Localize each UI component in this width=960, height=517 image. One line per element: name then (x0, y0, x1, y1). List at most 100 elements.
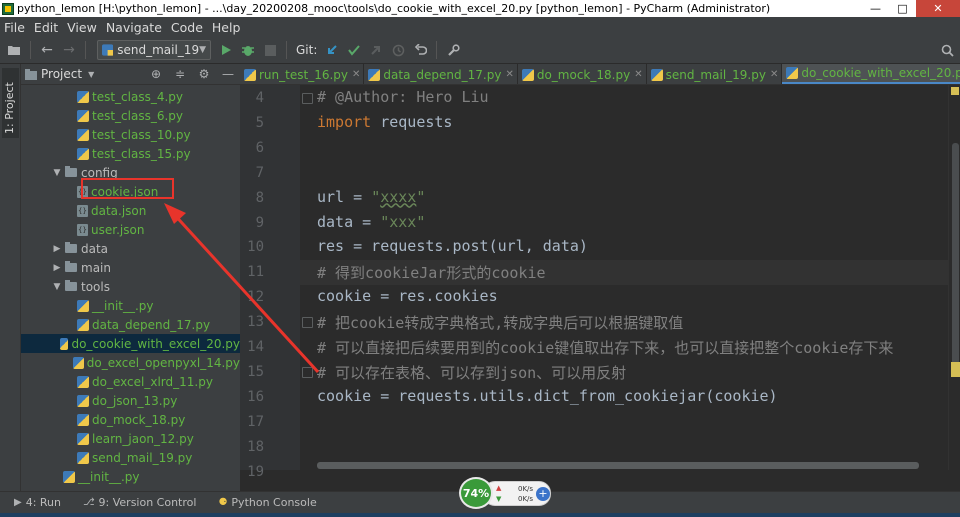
project-folder-icon (25, 68, 37, 80)
run-icon[interactable] (215, 39, 237, 61)
chevron-right-icon[interactable]: ▶ (51, 263, 63, 273)
python-file-icon (77, 432, 89, 445)
editor-tab[interactable]: do_cookie_with_excel_20.py✕ (782, 64, 960, 84)
tree-folder-main[interactable]: ▶ main (21, 258, 240, 277)
locate-target-icon[interactable]: ⊕ (144, 67, 168, 81)
code-token: # 可以存在表格、可以存到json、可以用反射 (317, 363, 627, 382)
tree-file-item[interactable]: test_class_15.py (21, 144, 240, 163)
editor-tab[interactable]: data_depend_17.py ✕ (364, 64, 518, 84)
tree-file-item[interactable]: test_class_6.py (21, 106, 240, 125)
memory-usage-percent: 74% (459, 477, 493, 509)
tree-file-item[interactable]: do_excel_openpyxl_14.py (21, 353, 240, 372)
os-taskbar-edge (0, 513, 960, 517)
line-number: 10 (247, 239, 264, 256)
search-icon[interactable] (936, 39, 958, 61)
tree-file-item[interactable]: {} data.json (21, 201, 240, 220)
tree-file-item[interactable]: send_mail_19.py (21, 448, 240, 467)
tree-file-item[interactable]: test_class_10.py (21, 125, 240, 144)
tree-file-item[interactable]: test_class_4.py (21, 87, 240, 106)
close-tab-icon[interactable]: ✕ (770, 69, 778, 80)
chevron-right-icon[interactable]: ▶ (51, 244, 63, 254)
menu-navigate[interactable]: Navigate (106, 20, 162, 35)
menu-file[interactable]: File (4, 20, 25, 35)
tree-file-item[interactable]: __init__.py (21, 296, 240, 315)
close-tab-icon[interactable]: ✕ (352, 69, 360, 80)
tree-file-item[interactable]: learn_jaon_12.py (21, 429, 240, 448)
chevron-down-icon[interactable]: ▼ (88, 70, 94, 79)
editor-tab[interactable]: send_mail_19.py ✕ (647, 64, 783, 84)
gear-icon[interactable]: ⚙ (192, 67, 216, 81)
git-history-icon[interactable] (387, 39, 409, 61)
python-file-icon (521, 68, 534, 81)
close-tab-icon[interactable]: ✕ (634, 69, 642, 80)
chevron-down-icon[interactable]: ▼ (51, 168, 63, 178)
menu-code[interactable]: Code (171, 20, 203, 35)
editor-tab[interactable]: run_test_16.py ✕ (240, 64, 365, 84)
tree-item-label: send_mail_19.py (92, 450, 193, 465)
wrench-settings-icon[interactable] (442, 39, 464, 61)
tree-file-item[interactable]: do_cookie_with_excel_20.py (21, 334, 240, 353)
git-commit-icon[interactable] (343, 39, 365, 61)
warning-marker[interactable] (951, 362, 960, 377)
forward-arrow-icon[interactable]: → (58, 39, 80, 61)
tree-file-item[interactable]: do_json_13.py (21, 391, 240, 410)
window-title: python_lemon [H:\python_lemon] - ...\day… (17, 2, 771, 15)
debug-icon[interactable] (237, 39, 259, 61)
editor-vertical-scrollbar[interactable] (948, 85, 960, 470)
menu-edit[interactable]: Edit (34, 20, 58, 35)
editor-horizontal-scrollbar[interactable] (317, 462, 919, 469)
git-push-icon[interactable] (365, 39, 387, 61)
left-tool-window-strip: 1: Project (0, 64, 21, 491)
python-file-icon (77, 318, 89, 331)
python-console-label: Python Console (231, 496, 317, 509)
tree-file-item[interactable]: {} user.json (21, 220, 240, 239)
tree-folder-data[interactable]: ▶ data (21, 239, 240, 258)
project-panel-title: Project (41, 67, 83, 81)
tree-file-item[interactable]: __init__.py (21, 467, 240, 486)
main-toolbar: ← → send_mail_19 ▼ Git: (0, 37, 960, 64)
project-tool-tab[interactable]: 1: Project (2, 68, 19, 138)
download-speed: 0K/s (518, 495, 534, 503)
line-number: 16 (247, 388, 264, 405)
tree-file-item[interactable]: do_excel_xlrd_11.py (21, 372, 240, 391)
hide-panel-icon[interactable]: — (216, 67, 240, 81)
code-line: # @Author: Hero Liu (317, 88, 489, 106)
tree-folder-tools[interactable]: ▼ tools (21, 277, 240, 296)
run-configuration-select[interactable]: send_mail_19 ▼ (97, 40, 211, 60)
tree-item-label: test_class_15.py (92, 146, 191, 161)
python-console-tool-button[interactable]: ⚈ Python Console (218, 496, 316, 509)
inspection-status-icon[interactable] (951, 87, 959, 95)
git-update-icon[interactable] (321, 39, 343, 61)
code-line: cookie = requests.utils.dict_from_cookie… (317, 387, 778, 405)
menu-view[interactable]: View (67, 20, 97, 35)
folder-icon (65, 242, 77, 253)
code-token: " (371, 187, 381, 206)
chevron-down-icon[interactable]: ▼ (51, 282, 63, 292)
run-tool-button[interactable]: ▶ 4: Run (14, 496, 61, 509)
project-tool-tab-label: 1: Project (3, 82, 16, 134)
open-folder-icon[interactable] (3, 39, 25, 61)
accelerate-plus-icon[interactable]: + (536, 487, 550, 501)
python-console-icon: ⚈ (218, 497, 228, 508)
rollback-icon[interactable] (409, 39, 431, 61)
python-file-icon (102, 44, 114, 56)
tree-file-item[interactable]: do_mock_18.py (21, 410, 240, 429)
tree-item-label: do_excel_xlrd_11.py (92, 374, 213, 389)
tree-file-item[interactable]: data_depend_17.py (21, 315, 240, 334)
collapse-all-icon[interactable]: ≑ (168, 67, 192, 81)
fold-marker-icon[interactable] (302, 366, 313, 378)
stop-icon[interactable] (259, 39, 281, 61)
version-control-tool-button[interactable]: ⎇ 9: Version Control (83, 496, 196, 509)
editor-tab[interactable]: do_mock_18.py ✕ (518, 64, 647, 84)
scrollbar-thumb[interactable] (952, 143, 959, 373)
code-line: cookie = res.cookies (317, 287, 498, 305)
minimize-button[interactable]: — (862, 0, 889, 17)
close-window-button[interactable]: ✕ (916, 0, 960, 17)
fold-marker-icon[interactable] (302, 93, 313, 104)
network-speed-widget[interactable]: ▲ ▼ 0K/s 0K/s + 74% (459, 477, 553, 509)
back-arrow-icon[interactable]: ← (36, 39, 58, 61)
close-tab-icon[interactable]: ✕ (505, 69, 513, 80)
maximize-button[interactable]: □ (889, 0, 916, 17)
fold-marker-icon[interactable] (302, 317, 313, 329)
menu-help[interactable]: Help (212, 20, 241, 35)
